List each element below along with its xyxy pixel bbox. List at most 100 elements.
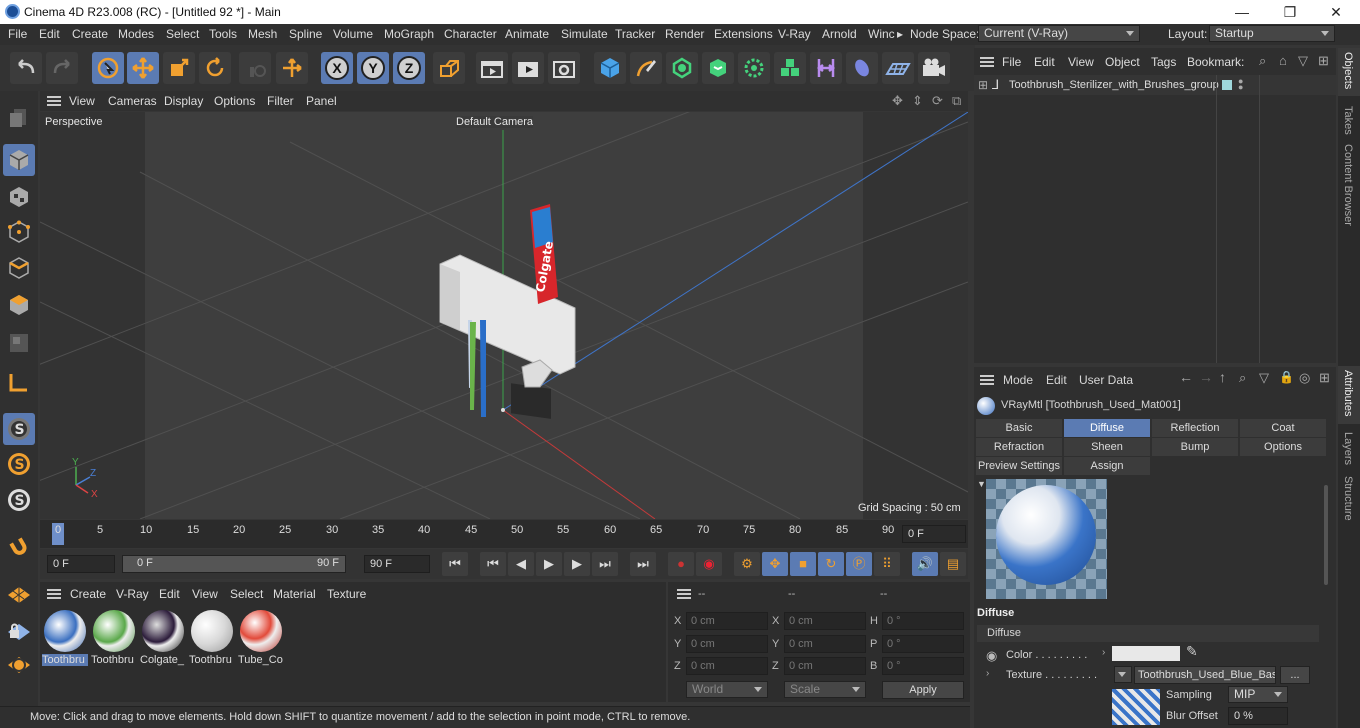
world-dropdown[interactable]: World [686,681,768,698]
texture-menu-dropdown[interactable] [1114,666,1132,683]
objects-menu-file[interactable]: File [1002,55,1021,69]
side-tab-structure[interactable]: Structure [1342,476,1354,521]
z-axis-lock-icon[interactable]: Z [393,52,425,84]
start-frame-field[interactable]: 0 F [47,555,115,573]
texture-thumbnail[interactable] [1112,689,1160,725]
go-to-end-icon[interactable]: ⏭ [630,552,656,576]
side-tab-attributes[interactable]: Attributes [1342,370,1354,416]
menu-spline[interactable]: Spline [289,27,322,41]
objects-menu-view[interactable]: View [1068,55,1094,69]
attributes-new-window-icon[interactable]: ⊞ [1319,370,1330,386]
viewport-menu-filter[interactable]: Filter [267,94,294,108]
frame-range-slider[interactable]: 0 F 90 F [122,555,346,573]
object-name[interactable]: Toothbrush_Sterilizer_with_Brushes_group [1009,79,1219,91]
render-to-picture-viewer-icon[interactable] [512,52,544,84]
previous-key-icon[interactable]: ⏮ [480,552,506,576]
animate-color-icon[interactable]: ◉ [986,648,997,664]
next-key-icon[interactable]: ⏭ [592,552,618,576]
attributes-menu-edit[interactable]: Edit [1046,373,1067,387]
attributes-menu-mode[interactable]: Mode [1003,373,1033,387]
expand-icon[interactable]: ⊞ [978,78,988,92]
objects-home-icon[interactable]: ⌂ [1279,53,1287,68]
coords-hamburger-icon[interactable] [677,589,691,599]
transform-tool-icon[interactable] [276,52,308,84]
workplane-icon[interactable] [3,577,35,609]
key-parameter-icon[interactable]: Ⓟ [846,552,872,576]
uv-mode-icon[interactable] [3,327,35,359]
pen-spline-icon[interactable] [630,52,662,84]
key-position-icon[interactable]: ✥ [762,552,788,576]
color-swatch[interactable] [1112,646,1180,661]
x-axis-lock-icon[interactable]: X [321,52,353,84]
edges-mode-icon[interactable] [3,252,35,284]
deformer-icon[interactable] [810,52,842,84]
position-x-field[interactable]: 0 cm [686,612,768,630]
material-swatch[interactable]: Colgate_ [140,608,186,668]
back-arrow-icon[interactable]: ← [1179,369,1193,385]
material-menu-edit[interactable]: Edit [159,587,180,601]
rotation-b-field[interactable]: 0 ° [882,657,964,675]
mograph-fracture-icon[interactable] [774,52,806,84]
cube-object-icon[interactable] [594,52,626,84]
play-icon[interactable]: ▶ [536,552,562,576]
attributes-menu-userdata[interactable]: User Data [1079,373,1133,387]
material-menu-create[interactable]: Create [70,587,106,601]
tab-diffuse[interactable]: Diffuse [1064,419,1150,437]
layer-color-swatch[interactable] [1222,80,1232,90]
settings-circle-icon[interactable]: ◎ [1299,370,1310,386]
side-tab-takes[interactable]: Takes [1342,106,1354,135]
undo-icon[interactable] [10,52,42,84]
render-settings-icon[interactable] [548,52,580,84]
material-hamburger-icon[interactable] [47,589,61,599]
attributes-filter-icon[interactable]: ▽ [1259,370,1269,386]
viewport-menu-panel[interactable]: Panel [306,94,337,108]
objects-filter-icon[interactable]: ▽ [1298,53,1308,69]
objects-new-window-icon[interactable]: ⊞ [1318,53,1329,69]
subdivision-surface-icon[interactable] [666,52,698,84]
material-menu-texture[interactable]: Texture [327,587,366,601]
position-z-field[interactable]: 0 cm [686,657,768,675]
eyedropper-icon[interactable]: ✎ [1186,643,1198,660]
tab-assign[interactable]: Assign [1064,457,1150,475]
maximize-button[interactable]: ❐ [1270,2,1310,22]
camera-object-icon[interactable] [918,52,950,84]
side-tab-objects[interactable]: Objects [1342,52,1354,89]
axis-mode-icon[interactable] [3,366,35,398]
tab-reflection[interactable]: Reflection [1152,419,1238,437]
diffuse-group-header[interactable]: Diffuse [977,625,1319,642]
rotate-tool-icon[interactable] [199,52,231,84]
lock-icon[interactable]: 🔒 [1279,370,1294,384]
material-swatch[interactable]: Toothbru [189,608,235,668]
viewport-menu-options[interactable]: Options [214,94,255,108]
sampling-dropdown[interactable]: MIP [1228,686,1288,703]
material-menu-view[interactable]: View [192,587,218,601]
tab-options[interactable]: Options [1240,438,1326,456]
menu-tracker[interactable]: Tracker [615,27,655,41]
make-editable-icon[interactable] [3,100,35,132]
menu-mograph[interactable]: MoGraph [384,27,434,41]
viewport-menu-view[interactable]: View [69,94,95,108]
menu-volume[interactable]: Volume [333,27,373,41]
rotation-p-field[interactable]: 0 ° [882,635,964,653]
texture-more-button[interactable]: ... [1280,666,1310,684]
size-x-field[interactable]: 0 cm [784,612,866,630]
key-rotation-icon[interactable]: ↻ [818,552,844,576]
visibility-dots-icon[interactable]: ● ● [1238,77,1243,92]
mograph-cloner-icon[interactable] [738,52,770,84]
key-pla-icon[interactable]: ⠿ [874,552,900,576]
texture-name-button[interactable]: Toothbrush_Used_Blue_Base [1134,666,1276,684]
objects-menu-edit[interactable]: Edit [1034,55,1055,69]
texture-expand-icon[interactable]: › [986,668,989,679]
tab-refraction[interactable]: Refraction [976,438,1062,456]
side-tab-content-browser[interactable]: Content Browser [1342,144,1354,226]
autokey-icon[interactable]: ◉ [696,552,722,576]
menu-extensions[interactable]: Extensions [714,27,773,41]
scale-tool-icon[interactable] [163,52,195,84]
tab-sheen[interactable]: Sheen [1064,438,1150,456]
apply-button[interactable]: Apply [882,681,964,699]
size-z-field[interactable]: 0 cm [784,657,866,675]
objects-menu-tags[interactable]: Tags [1151,55,1176,69]
blur-offset-field[interactable]: 0 % [1228,707,1288,725]
texture-mode-icon[interactable] [3,181,35,213]
recent-tool-icon[interactable] [239,52,271,84]
